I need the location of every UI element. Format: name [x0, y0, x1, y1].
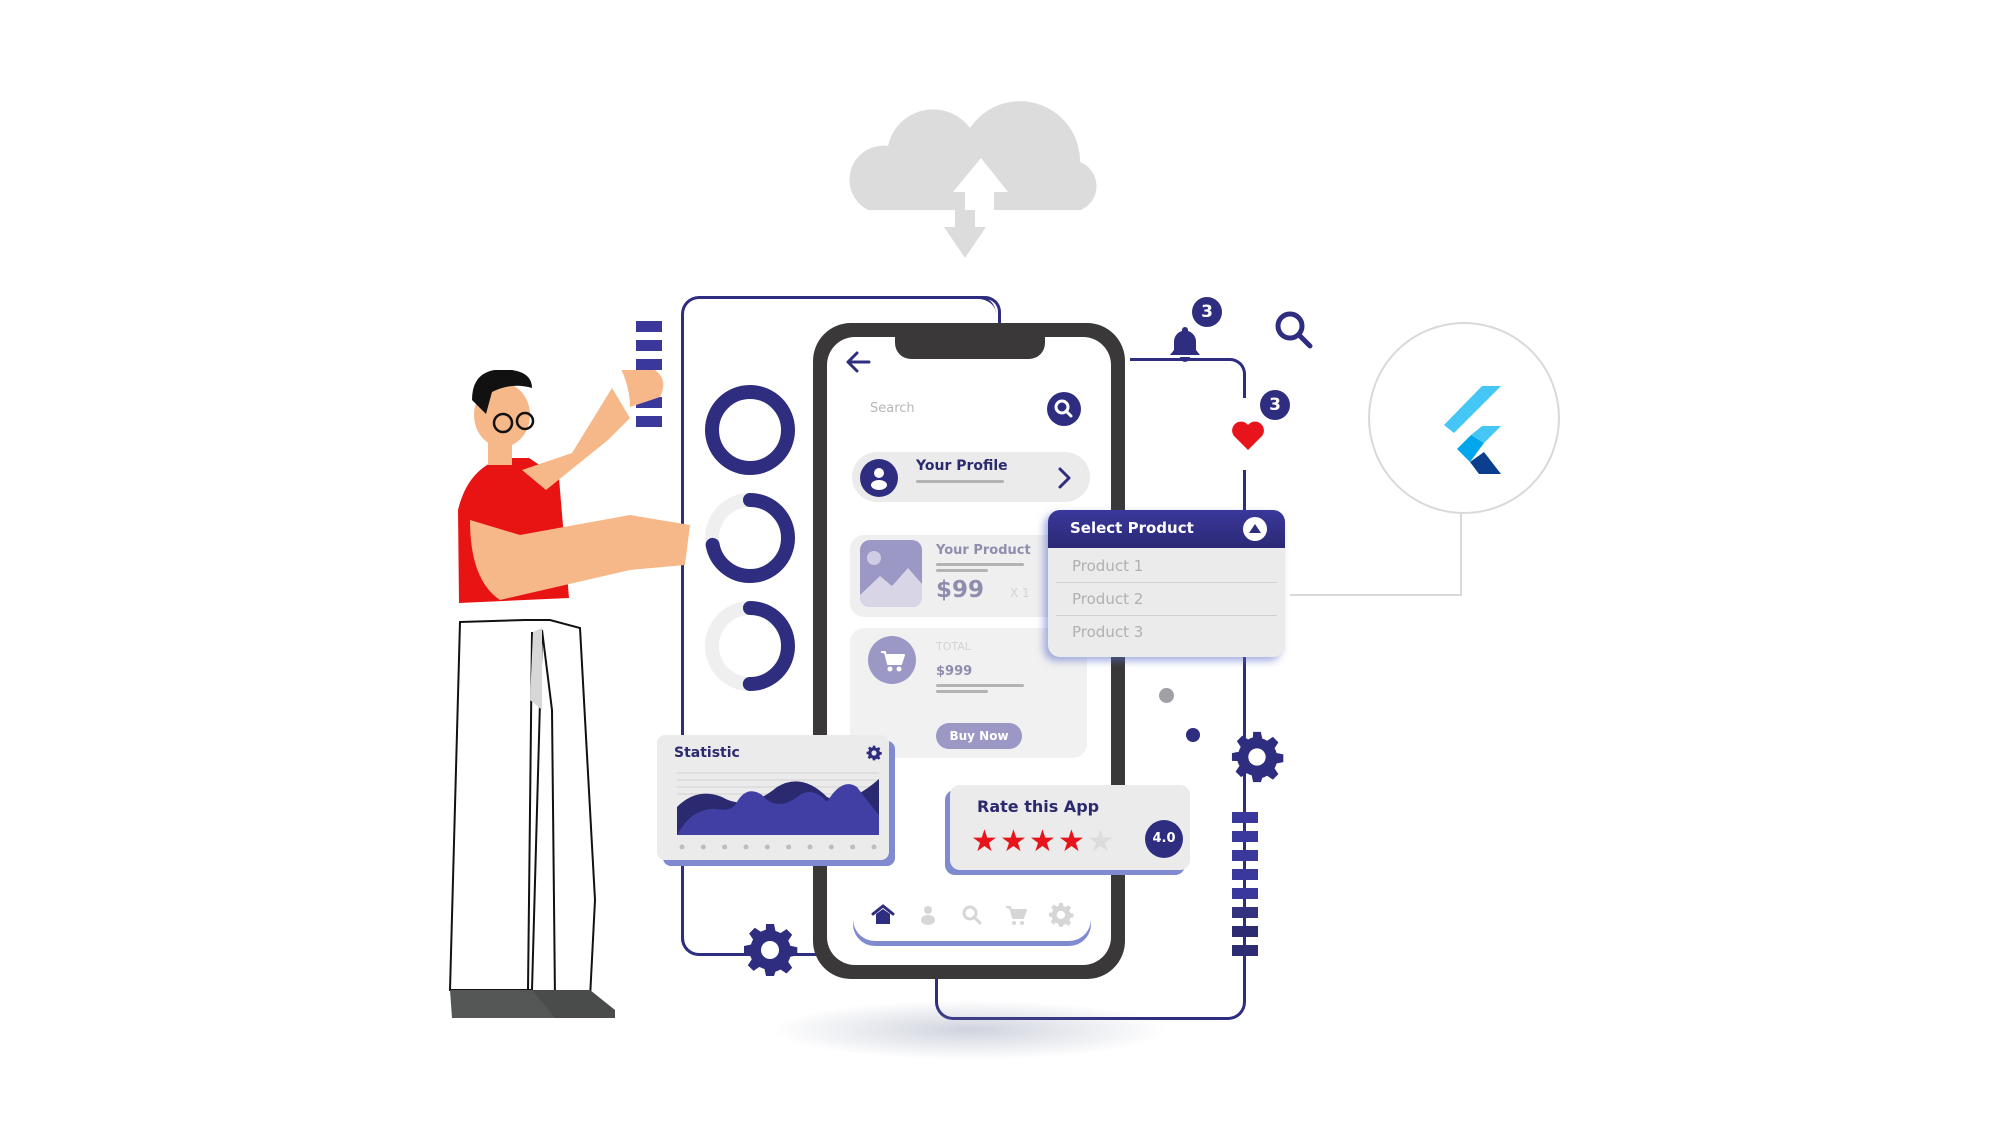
gear-icon — [1048, 902, 1074, 927]
dropdown-header[interactable]: Select Product — [1048, 510, 1285, 548]
dropdown-option-1[interactable]: Product 1 — [1056, 550, 1277, 583]
rating-score-badge: 4.0 — [1145, 820, 1183, 858]
caret-up-icon[interactable] — [1243, 517, 1267, 541]
cart-icon — [1006, 906, 1028, 925]
star-icon[interactable]: ★ — [1028, 827, 1057, 857]
chart-x-dot — [850, 844, 856, 850]
heart-count-badge: 3 — [1260, 390, 1290, 420]
search-button[interactable] — [1047, 392, 1081, 426]
rating-stars[interactable]: ★★★★★ — [970, 827, 1115, 857]
bottom-nav — [853, 895, 1091, 941]
star-icon[interactable]: ★ — [999, 827, 1028, 857]
dropdown-option-2[interactable]: Product 2 — [1056, 583, 1277, 616]
arrow-left-icon[interactable] — [845, 350, 871, 374]
chart-x-dot — [871, 844, 877, 850]
nav-search[interactable] — [959, 902, 985, 928]
dropdown-option-3[interactable]: Product 3 — [1056, 616, 1277, 648]
profile-label: Your Profile — [916, 458, 1008, 474]
search-placeholder: Search — [870, 401, 915, 416]
user-icon — [920, 906, 935, 925]
total-amount: $999 — [936, 664, 973, 679]
product-title: Your Product — [936, 543, 1031, 558]
dot-gray — [1159, 688, 1174, 703]
image-placeholder-icon — [860, 540, 922, 607]
nav-profile[interactable] — [915, 902, 941, 928]
product-price: $99 — [936, 577, 985, 603]
chart-x-dot — [807, 844, 813, 850]
gear-icon — [1230, 730, 1284, 784]
flutter-logo-circle — [1368, 322, 1560, 514]
star-icon[interactable]: ★ — [1086, 827, 1115, 857]
dot-navy — [1186, 728, 1200, 742]
total-line-1 — [936, 684, 1024, 687]
total-label: TOTAL — [936, 640, 971, 653]
select-product-dropdown[interactable]: Select Product Product 1 Product 2 Product… — [1048, 510, 1285, 657]
cart-icon — [881, 651, 905, 672]
phone-notch — [895, 323, 1045, 359]
person-illustration — [430, 370, 750, 1040]
flutter-connector — [1290, 512, 1462, 596]
dropdown-title: Select Product — [1070, 519, 1194, 537]
home-icon — [871, 904, 895, 924]
nav-cart[interactable] — [1003, 902, 1029, 928]
bell-icon[interactable] — [1168, 325, 1202, 363]
chevron-right-icon — [1058, 467, 1071, 489]
flutter-logo-icon — [1444, 386, 1501, 474]
avatar — [860, 459, 898, 497]
chart-x-dot — [764, 844, 770, 850]
stripe-bar-right — [1232, 812, 1260, 962]
user-icon — [871, 468, 887, 490]
buy-now-button[interactable]: Buy Now — [936, 723, 1022, 749]
cart-button[interactable] — [868, 636, 916, 684]
dropdown-options: Product 1 Product 2 Product 3 — [1048, 548, 1285, 648]
profile-row[interactable]: Your Profile — [852, 452, 1090, 502]
chart-x-dot — [828, 844, 834, 850]
heart-icon[interactable] — [1231, 420, 1265, 452]
bell-count-badge: 3 — [1192, 297, 1222, 327]
profile-subline — [916, 480, 1004, 483]
rating-card: Rate this App ★★★★★ 4.0 — [950, 785, 1190, 870]
search-icon — [962, 905, 982, 925]
star-icon[interactable]: ★ — [970, 827, 999, 857]
gear-icon — [742, 922, 798, 978]
chart-x-dot — [786, 844, 792, 850]
nav-home[interactable] — [870, 902, 896, 928]
product-line-2 — [936, 569, 988, 572]
rating-title: Rate this App — [977, 797, 1100, 816]
star-icon[interactable]: ★ — [1057, 827, 1086, 857]
search-icon[interactable] — [1272, 308, 1316, 352]
search-icon — [1054, 399, 1073, 418]
product-card[interactable]: Your Product $99 X 1 — [850, 535, 1070, 617]
total-line-2 — [936, 690, 988, 693]
connector-right-top — [1130, 358, 1246, 398]
phone-shadow — [770, 1000, 1170, 1060]
search-input[interactable]: Search — [870, 395, 1030, 423]
product-quantity: X 1 — [1010, 586, 1030, 600]
nav-settings[interactable] — [1048, 902, 1074, 928]
product-line-1 — [936, 563, 1024, 566]
cloud-sync-icon — [838, 82, 1113, 262]
gear-icon[interactable] — [866, 745, 882, 761]
